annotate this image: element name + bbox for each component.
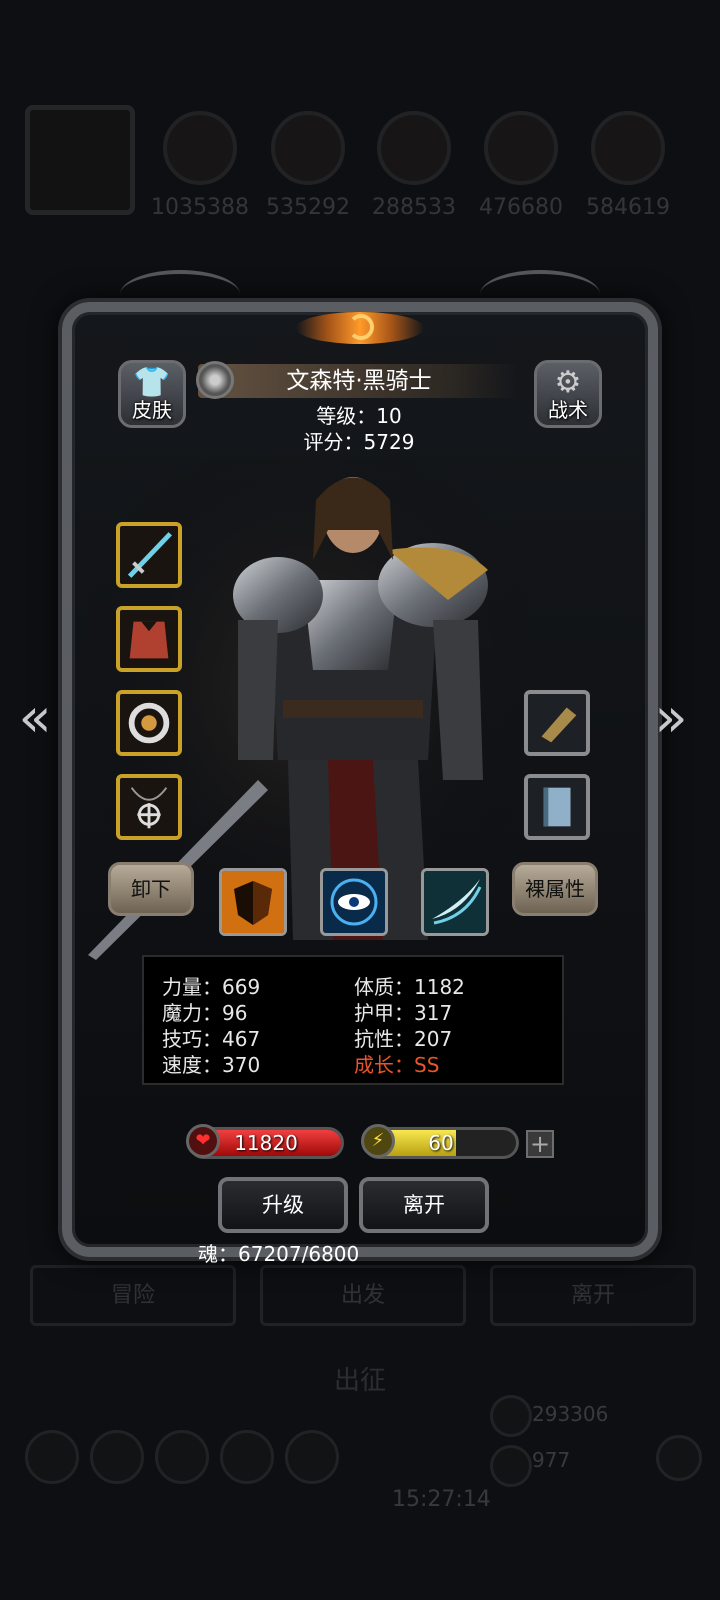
bg-expedition-title: 出征 bbox=[333, 1366, 386, 1396]
hero-level: 等级：10 bbox=[316, 404, 402, 428]
resource-2-icon bbox=[271, 111, 345, 185]
stat-growth: 成长：SS bbox=[354, 1053, 440, 1077]
resource-1-icon bbox=[163, 111, 237, 185]
slash-skill-icon bbox=[424, 871, 486, 933]
resource-4: 476680 bbox=[466, 105, 576, 220]
resource-3: 288533 bbox=[359, 105, 469, 220]
crescent-moon-icon bbox=[348, 314, 374, 340]
add-energy-button[interactable]: + bbox=[526, 1130, 554, 1158]
bg-clock: 15:27:14 bbox=[392, 1487, 491, 1512]
stat-skill: 技巧：467 bbox=[162, 1027, 261, 1051]
bg-gold-value: 293306 bbox=[532, 1402, 609, 1426]
bg-tab-leave: 离开 bbox=[490, 1265, 696, 1326]
rank-badge-icon bbox=[196, 361, 234, 399]
ring-icon bbox=[128, 702, 170, 744]
bg-nav-icon-3 bbox=[155, 1430, 209, 1484]
lightning-icon: ⚡ bbox=[361, 1124, 395, 1158]
portrait-frame bbox=[25, 105, 135, 215]
resource-row: 1035388 535292 288533 476680 584619 bbox=[25, 105, 700, 220]
bg-nav-icon-5 bbox=[285, 1430, 339, 1484]
resource-2: 535292 bbox=[253, 105, 363, 220]
slash-skill[interactable] bbox=[421, 868, 489, 936]
amulet-slot[interactable] bbox=[116, 774, 182, 840]
leave-button[interactable]: 离开 bbox=[359, 1177, 489, 1233]
shield-skill[interactable] bbox=[219, 868, 287, 936]
prev-hero-arrow-icon[interactable]: « bbox=[10, 688, 60, 748]
bg-gem-icon bbox=[490, 1445, 532, 1487]
book-slot[interactable] bbox=[524, 774, 590, 840]
resource-1-value: 1035388 bbox=[151, 195, 249, 220]
resource-5-icon bbox=[591, 111, 665, 185]
background-tabs: 冒险 出发 离开 bbox=[30, 1265, 696, 1326]
armor-slot[interactable] bbox=[116, 606, 182, 672]
skin-label: 皮肤 bbox=[132, 398, 172, 422]
sword-slot[interactable] bbox=[116, 522, 182, 588]
heart-icon: ❤ bbox=[186, 1124, 220, 1158]
book-icon bbox=[543, 787, 571, 827]
bg-gem-value: 977 bbox=[532, 1448, 571, 1472]
next-hero-arrow-icon[interactable]: » bbox=[646, 688, 696, 748]
unequip-button[interactable]: 卸下 bbox=[108, 862, 194, 916]
eye-skill[interactable] bbox=[320, 868, 388, 936]
tactics-label: 战术 bbox=[548, 398, 588, 422]
upgrade-button[interactable]: 升级 bbox=[218, 1177, 348, 1233]
resource-3-value: 288533 bbox=[372, 195, 456, 220]
bg-nav-icon-4 bbox=[220, 1430, 274, 1484]
resource-2-value: 535292 bbox=[266, 195, 350, 220]
resource-4-icon bbox=[484, 111, 558, 185]
resource-4-value: 476680 bbox=[479, 195, 563, 220]
stat-resistance: 抗性：207 bbox=[354, 1027, 453, 1051]
stat-constitution: 体质：1182 bbox=[354, 975, 465, 999]
sword-icon bbox=[127, 532, 173, 578]
stat-strength: 力量：669 bbox=[162, 975, 261, 999]
stat-speed: 速度：370 bbox=[162, 1053, 261, 1077]
base-attributes-button[interactable]: 裸属性 bbox=[512, 862, 598, 916]
amulet-icon bbox=[130, 787, 168, 829]
hero-portrait-slot bbox=[25, 105, 135, 215]
resource-3-icon bbox=[377, 111, 451, 185]
resource-5: 584619 bbox=[573, 105, 683, 220]
shield-skill-icon bbox=[222, 871, 284, 933]
ring-slot[interactable] bbox=[116, 690, 182, 756]
soul-counter: 魂：67207/6800 bbox=[198, 1242, 360, 1266]
bg-bottom-bar bbox=[20, 1395, 702, 1520]
bg-tab-depart: 出发 bbox=[260, 1265, 466, 1326]
resource-5-value: 584619 bbox=[586, 195, 670, 220]
skin-button[interactable]: 👕 皮肤 bbox=[118, 360, 186, 428]
gauntlet-slot[interactable] bbox=[524, 690, 590, 756]
stat-armor: 护甲：317 bbox=[354, 1001, 453, 1025]
hero-name: 文森特·黑骑士 bbox=[286, 368, 432, 394]
tactics-button[interactable]: ⚙ 战术 bbox=[534, 360, 602, 428]
armor-icon bbox=[129, 621, 169, 659]
bg-add-icon bbox=[656, 1435, 702, 1481]
eye-skill-icon bbox=[323, 871, 385, 933]
gauntlet-icon bbox=[541, 707, 577, 743]
bg-nav-icon-1 bbox=[25, 1430, 79, 1484]
resource-1: 1035388 bbox=[145, 105, 255, 220]
bg-tab-adventure: 冒险 bbox=[30, 1265, 236, 1326]
bg-nav-icon-2 bbox=[90, 1430, 144, 1484]
bg-gold-icon bbox=[490, 1395, 532, 1437]
stat-magic: 魔力：96 bbox=[162, 1001, 248, 1025]
hero-score: 评分：5729 bbox=[303, 430, 415, 454]
